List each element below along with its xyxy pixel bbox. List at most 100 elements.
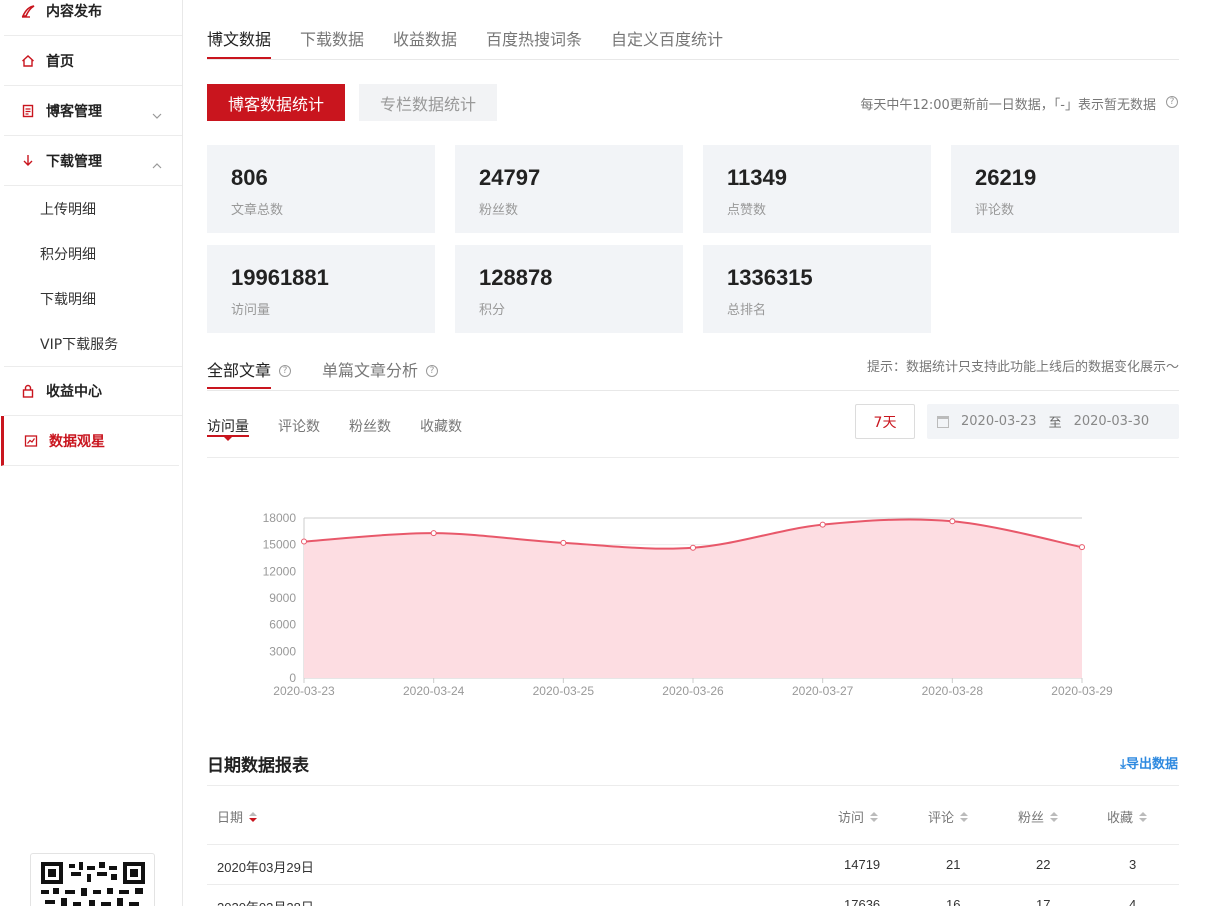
stat-card-likes: 11349 点赞数	[703, 145, 931, 233]
sort-icon[interactable]	[960, 811, 969, 822]
sidebar-item-label: 下载管理	[46, 153, 102, 170]
sort-icon[interactable]	[1050, 811, 1059, 822]
sort-icon[interactable]	[1139, 811, 1148, 822]
tab-label: 全部文章	[207, 361, 272, 380]
qr-code-image	[41, 862, 145, 906]
stat-value: 806	[231, 165, 268, 190]
cell-date: 2020年03月29日	[217, 860, 314, 875]
tab-revenue-data[interactable]: 收益数据	[393, 26, 457, 50]
chevron-up-icon	[152, 154, 162, 173]
cell-date: 2020年03月28日	[217, 897, 314, 906]
page: 内容发布 首页 博客管理 下载管理 上传明细 积分明细 下载明细 VIP下载服务…	[0, 0, 1206, 906]
date-range-picker[interactable]: 2020-03-23 至 2020-03-30	[927, 404, 1179, 439]
sidebar-item-publish[interactable]: 内容发布	[4, 0, 182, 36]
stats-tip: 提示：数据统计只支持此功能上线后的数据变化展示～	[866, 360, 1179, 375]
column-label: 访问	[838, 811, 865, 826]
data-point	[301, 538, 307, 545]
column-header-date[interactable]: 日期	[217, 807, 258, 826]
column-header-comments[interactable]: 评论	[928, 807, 969, 826]
tab-all-articles[interactable]: 全部文章?	[207, 357, 292, 381]
stat-label: 访问量	[231, 303, 271, 318]
sort-icon[interactable]	[249, 811, 258, 822]
data-point	[1079, 544, 1085, 551]
x-tick-label: 2020-03-26	[662, 684, 724, 698]
sidebar-subitem-vip-download[interactable]: VIP下载服务	[40, 334, 118, 354]
column-header-favorites[interactable]: 收藏	[1107, 807, 1148, 826]
export-data-link[interactable]: ⤓导出数据	[1120, 753, 1178, 772]
date-end[interactable]: 2020-03-30	[1074, 414, 1150, 429]
date-start[interactable]: 2020-03-23	[961, 414, 1037, 429]
export-label: 导出数据	[1125, 757, 1178, 772]
cell-fans: 17	[1036, 897, 1051, 906]
pen-icon	[20, 3, 36, 19]
sidebar-item-home[interactable]: 首页	[4, 36, 182, 86]
lock-icon	[20, 383, 36, 399]
sidebar: 内容发布 首页 博客管理 下载管理 上传明细 积分明细 下载明细 VIP下载服务…	[0, 0, 183, 906]
metric-tabs: 访问量 评论数 粉丝数 收藏数 7天 2020-03-23 至 2020-03-…	[207, 400, 1179, 458]
seven-days-button[interactable]: 7天	[855, 404, 915, 439]
sidebar-item-data-insights[interactable]: 数据观星	[1, 416, 179, 466]
tab-label: 单篇文章分析	[322, 361, 419, 380]
cell-favorites: 3	[1129, 857, 1137, 872]
y-tick-label: 3000	[269, 644, 296, 658]
tab-single-article-analysis[interactable]: 单篇文章分析?	[322, 357, 439, 381]
metric-tab-fans[interactable]: 粉丝数	[349, 416, 391, 436]
metric-tab-favorites[interactable]: 收藏数	[420, 416, 462, 436]
metric-tab-comments[interactable]: 评论数	[278, 416, 320, 436]
metric-tab-visits[interactable]: 访问量	[207, 416, 249, 436]
x-tick-label: 2020-03-28	[922, 684, 984, 698]
x-tick-label: 2020-03-29	[1051, 684, 1113, 698]
stat-card-visits: 19961881 访问量	[207, 245, 435, 333]
document-icon	[20, 103, 36, 119]
stat-value: 24797	[479, 165, 541, 190]
help-icon[interactable]: ?	[1166, 96, 1178, 108]
help-icon[interactable]: ?	[426, 364, 439, 377]
sidebar-subitem-download-details[interactable]: 下载明细	[40, 289, 96, 309]
stat-value: 1336315	[727, 265, 813, 290]
date-separator: 至	[1048, 416, 1062, 431]
tab-blog-data[interactable]: 博文数据	[207, 26, 271, 50]
stat-card-articles: 806 文章总数	[207, 145, 435, 233]
data-point	[560, 539, 567, 546]
column-label: 日期	[217, 811, 244, 826]
column-label: 收藏	[1107, 811, 1134, 826]
stat-value: 11349	[727, 165, 787, 190]
stat-value: 128878	[479, 265, 553, 290]
column-header-visits[interactable]: 访问	[838, 807, 879, 826]
home-icon	[20, 53, 36, 69]
stat-label: 粉丝数	[479, 203, 519, 218]
stat-label: 总排名	[727, 303, 767, 318]
top-tabs: 博文数据 下载数据 收益数据 百度热搜词条 自定义百度统计	[207, 0, 1179, 60]
column-label: 评论	[928, 811, 955, 826]
tab-baidu-hot-search[interactable]: 百度热搜词条	[486, 26, 582, 50]
visits-area-chart: 0 3000 6000 9000 12000 15000 18000 2020-03-23 20…	[263, 511, 1113, 698]
y-tick-label: 15000	[263, 538, 297, 552]
sidebar-subitem-upload-details[interactable]: 上传明细	[40, 199, 96, 219]
sidebar-item-blog-management[interactable]: 博客管理	[4, 86, 182, 136]
table-row: 2020年03月28日 17636 16 17 4	[207, 885, 1179, 906]
sidebar-subitem-points-details[interactable]: 积分明细	[40, 244, 96, 264]
x-tick-label: 2020-03-23	[273, 684, 335, 698]
y-tick-label: 6000	[269, 618, 296, 632]
tab-download-data[interactable]: 下载数据	[300, 26, 364, 50]
y-tick-label: 0	[289, 671, 296, 685]
active-tab-indicator	[207, 387, 271, 389]
chart-icon	[23, 433, 39, 449]
blog-stats-button[interactable]: 博客数据统计	[207, 84, 345, 121]
table-row: 2020年03月29日 14719 21 22 3	[207, 845, 1179, 885]
table-header: 日期 访问 评论 粉丝 收藏	[207, 785, 1179, 845]
help-icon[interactable]: ?	[279, 364, 292, 377]
series-area	[304, 519, 1082, 678]
stat-card-rank: 1336315 总排名	[703, 245, 931, 333]
cell-comments: 21	[946, 857, 961, 872]
sidebar-item-revenue-center[interactable]: 收益中心	[4, 366, 182, 416]
column-header-fans[interactable]: 粉丝	[1018, 807, 1059, 826]
cell-visits: 14719	[844, 857, 881, 872]
data-point	[949, 518, 956, 525]
cell-favorites: 4	[1129, 897, 1137, 906]
sort-icon[interactable]	[870, 811, 879, 822]
tab-custom-baidu-stats[interactable]: 自定义百度统计	[611, 26, 723, 50]
column-stats-button[interactable]: 专栏数据统计	[359, 84, 497, 121]
article-tabs: 全部文章? 单篇文章分析? 提示：数据统计只支持此功能上线后的数据变化展示～	[207, 350, 1179, 391]
sidebar-item-download-management[interactable]: 下载管理	[4, 136, 182, 186]
